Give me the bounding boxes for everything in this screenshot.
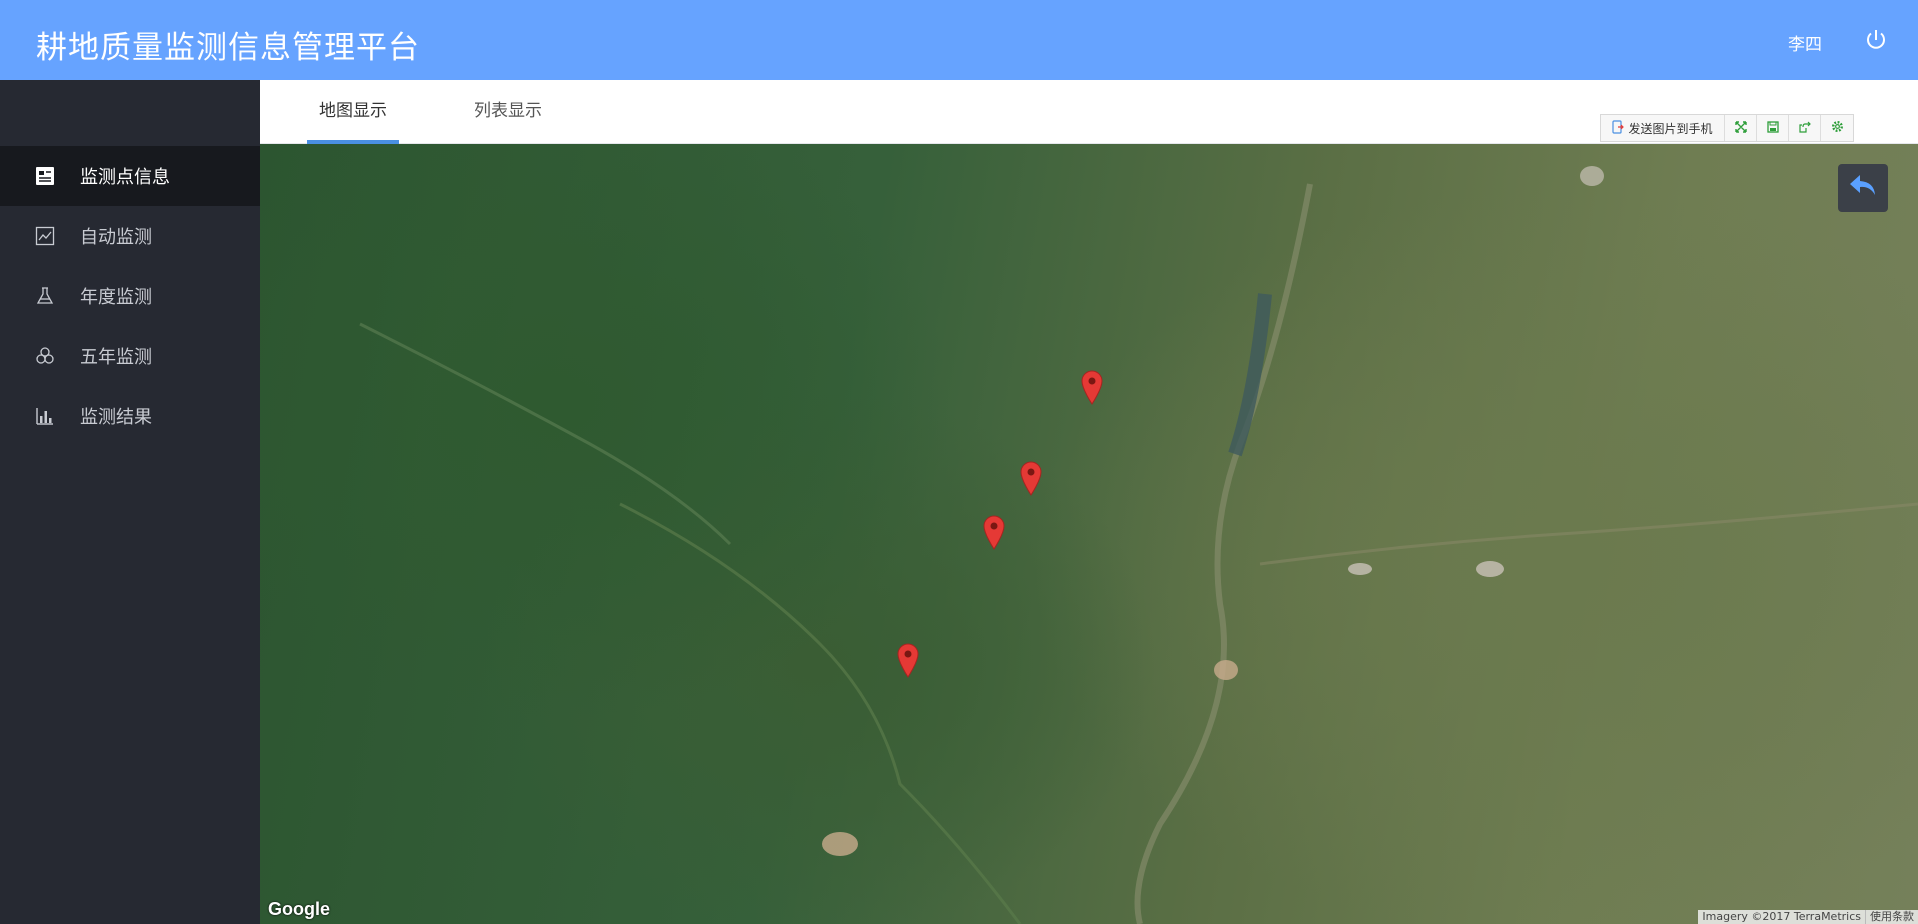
sidebar-item-label: 监测结果 (80, 407, 152, 428)
sidebar: 监测点信息 自动监测 年度监测 五年监测 监测结果 (0, 80, 260, 924)
fullscreen-button[interactable] (1725, 115, 1757, 141)
save-button[interactable] (1757, 115, 1789, 141)
map-toolbar: 发送图片到手机 (1600, 114, 1854, 142)
header-bar: 耕地质量监测信息管理平台 李四 (0, 0, 1918, 80)
sidebar-item-label: 五年监测 (80, 347, 152, 368)
map-attribution: Imagery ©2017 TerraMetrics 使用条款 (1698, 910, 1918, 924)
flask-icon (34, 285, 56, 307)
list-card-icon (34, 165, 56, 187)
map-marker[interactable] (982, 514, 1006, 550)
sidebar-item-monitoring-results[interactable]: 监测结果 (0, 386, 260, 446)
user-name[interactable]: 李四 (1788, 30, 1822, 55)
circles-icon (34, 345, 56, 367)
satellite-map[interactable]: Google Imagery ©2017 TerraMetrics 使用条款 (260, 144, 1918, 924)
sidebar-item-auto-monitoring[interactable]: 自动监测 (0, 206, 260, 266)
sidebar-item-five-year-monitoring[interactable]: 五年监测 (0, 326, 260, 386)
settings-button[interactable] (1821, 115, 1853, 141)
sidebar-item-label: 监测点信息 (80, 167, 170, 188)
fullscreen-icon (1734, 120, 1747, 136)
map-marker[interactable] (896, 642, 920, 678)
export-icon (1798, 121, 1811, 136)
map-marker[interactable] (1019, 460, 1043, 496)
send-to-phone-button[interactable]: 发送图片到手机 (1601, 115, 1725, 141)
phone-send-icon (1612, 119, 1625, 137)
power-icon[interactable] (1864, 28, 1888, 52)
google-logo: Google (268, 899, 330, 919)
settings-icon (1831, 120, 1844, 136)
sidebar-item-monitoring-points[interactable]: 监测点信息 (0, 146, 260, 206)
imagery-credit: Imagery ©2017 TerraMetrics (1702, 910, 1861, 923)
line-chart-icon (34, 225, 56, 247)
back-button[interactable] (1838, 164, 1888, 212)
back-arrow-icon (1848, 173, 1878, 203)
map-marker[interactable] (1080, 369, 1104, 405)
map-terrain-detail (359, 166, 1918, 924)
tab-list-view[interactable]: 列表显示 (462, 80, 554, 144)
app-title: 耕地质量监测信息管理平台 (36, 30, 420, 66)
save-icon (1766, 120, 1779, 136)
export-button[interactable] (1789, 115, 1821, 141)
sidebar-item-label: 自动监测 (80, 227, 152, 248)
terms-link[interactable]: 使用条款 (1865, 910, 1918, 924)
tab-map-view[interactable]: 地图显示 (307, 80, 399, 144)
send-to-phone-label: 发送图片到手机 (1628, 121, 1713, 136)
sidebar-item-annual-monitoring[interactable]: 年度监测 (0, 266, 260, 326)
sidebar-item-label: 年度监测 (80, 287, 152, 308)
bar-chart-icon (34, 405, 56, 427)
